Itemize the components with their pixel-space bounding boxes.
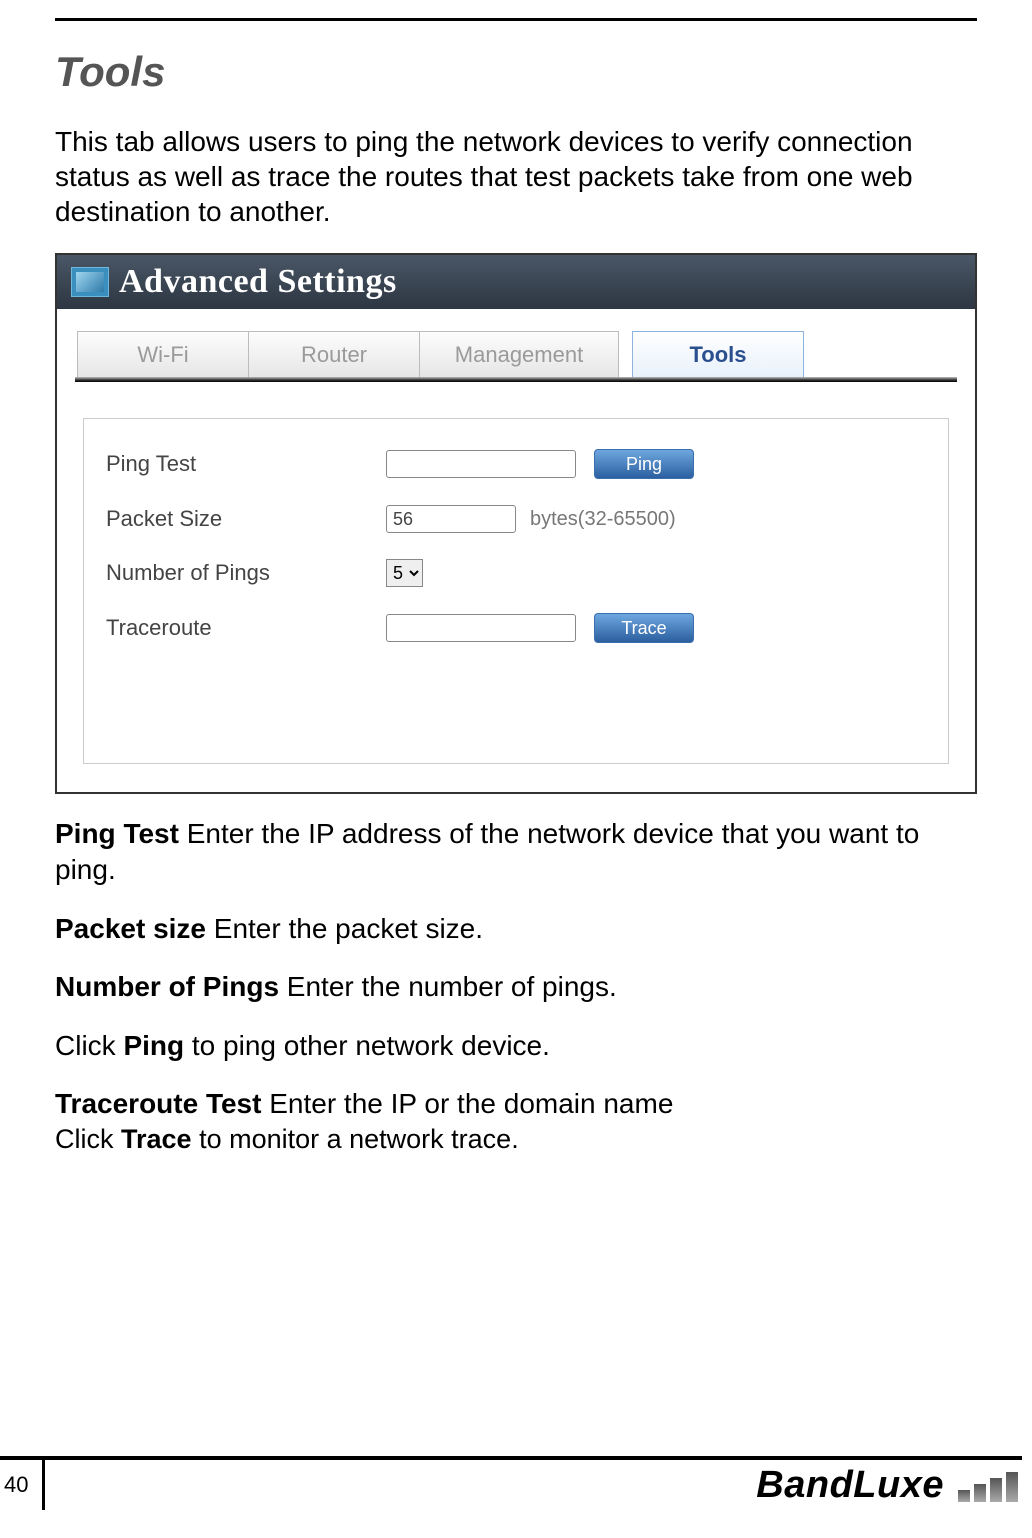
- packet-size-label: Packet Size: [106, 506, 386, 532]
- desc-packet-size-bold: Packet size: [55, 913, 206, 944]
- tab-spacer: [618, 331, 632, 377]
- desc-num-pings: Number of Pings Enter the number of ping…: [55, 969, 977, 1005]
- desc-ping-test-bold: Ping Test: [55, 818, 179, 849]
- ping-test-input[interactable]: [386, 450, 576, 478]
- desc-click-trace: Click Trace to monitor a network trace.: [55, 1124, 977, 1155]
- traceroute-input[interactable]: [386, 614, 576, 642]
- tab-management[interactable]: Management: [419, 331, 619, 377]
- desc-packet-size-text: Enter the packet size.: [206, 913, 483, 944]
- desc-traceroute: Traceroute Test Enter the IP or the doma…: [55, 1086, 977, 1122]
- desc-click-ping-pre: Click: [55, 1030, 123, 1061]
- advanced-settings-icon: [71, 267, 109, 297]
- ping-test-label: Ping Test: [106, 451, 386, 477]
- screenshot-title: Advanced Settings: [119, 263, 397, 301]
- page-footer: 40 BandLuxe: [0, 1456, 1032, 1510]
- desc-traceroute-text: Enter the IP or the domain name: [261, 1088, 673, 1119]
- number-of-pings-select[interactable]: 5: [386, 559, 423, 587]
- desc-click-ping-bold: Ping: [123, 1030, 184, 1061]
- brand-area: BandLuxe: [756, 1460, 1022, 1510]
- desc-click-ping: Click Ping to ping other network device.: [55, 1028, 977, 1064]
- desc-ping-test: Ping Test Enter the IP address of the ne…: [55, 816, 977, 889]
- number-of-pings-label: Number of Pings: [106, 560, 386, 586]
- desc-click-trace-pre: Click: [55, 1124, 121, 1154]
- desc-click-trace-post: to monitor a network trace.: [192, 1124, 519, 1154]
- brand-logo: BandLuxe: [756, 1464, 944, 1507]
- tab-wifi[interactable]: Wi-Fi: [77, 331, 249, 377]
- traceroute-label: Traceroute: [106, 615, 386, 641]
- top-divider: [55, 18, 977, 21]
- tab-router[interactable]: Router: [248, 331, 420, 377]
- trace-button[interactable]: Trace: [594, 613, 694, 643]
- page-number: 40: [0, 1460, 45, 1510]
- packet-size-hint: bytes(32-65500): [530, 508, 676, 531]
- tools-form: Ping Test Ping Packet Size bytes(32-6550…: [83, 418, 949, 764]
- tab-tools[interactable]: Tools: [632, 331, 804, 377]
- tabs-bar: Wi-Fi Router Management Tools: [57, 309, 975, 377]
- desc-traceroute-bold: Traceroute Test: [55, 1088, 261, 1119]
- desc-num-pings-bold: Number of Pings: [55, 971, 279, 1002]
- screenshot-panel: Advanced Settings Wi-Fi Router Managemen…: [55, 253, 977, 794]
- signal-bars-icon: [958, 1468, 1018, 1502]
- intro-paragraph: This tab allows users to ping the networ…: [55, 124, 977, 229]
- desc-click-trace-bold: Trace: [121, 1124, 192, 1154]
- screenshot-header: Advanced Settings: [57, 255, 975, 309]
- desc-num-pings-text: Enter the number of pings.: [279, 971, 617, 1002]
- desc-click-ping-post: to ping other network device.: [184, 1030, 550, 1061]
- packet-size-input[interactable]: [386, 505, 516, 533]
- ping-button[interactable]: Ping: [594, 449, 694, 479]
- page-number-value: 40: [4, 1460, 45, 1510]
- tabs-underline: [75, 377, 957, 382]
- desc-ping-test-text: Enter the IP address of the network devi…: [55, 818, 919, 885]
- section-title: Tools: [55, 48, 977, 96]
- desc-packet-size: Packet size Enter the packet size.: [55, 911, 977, 947]
